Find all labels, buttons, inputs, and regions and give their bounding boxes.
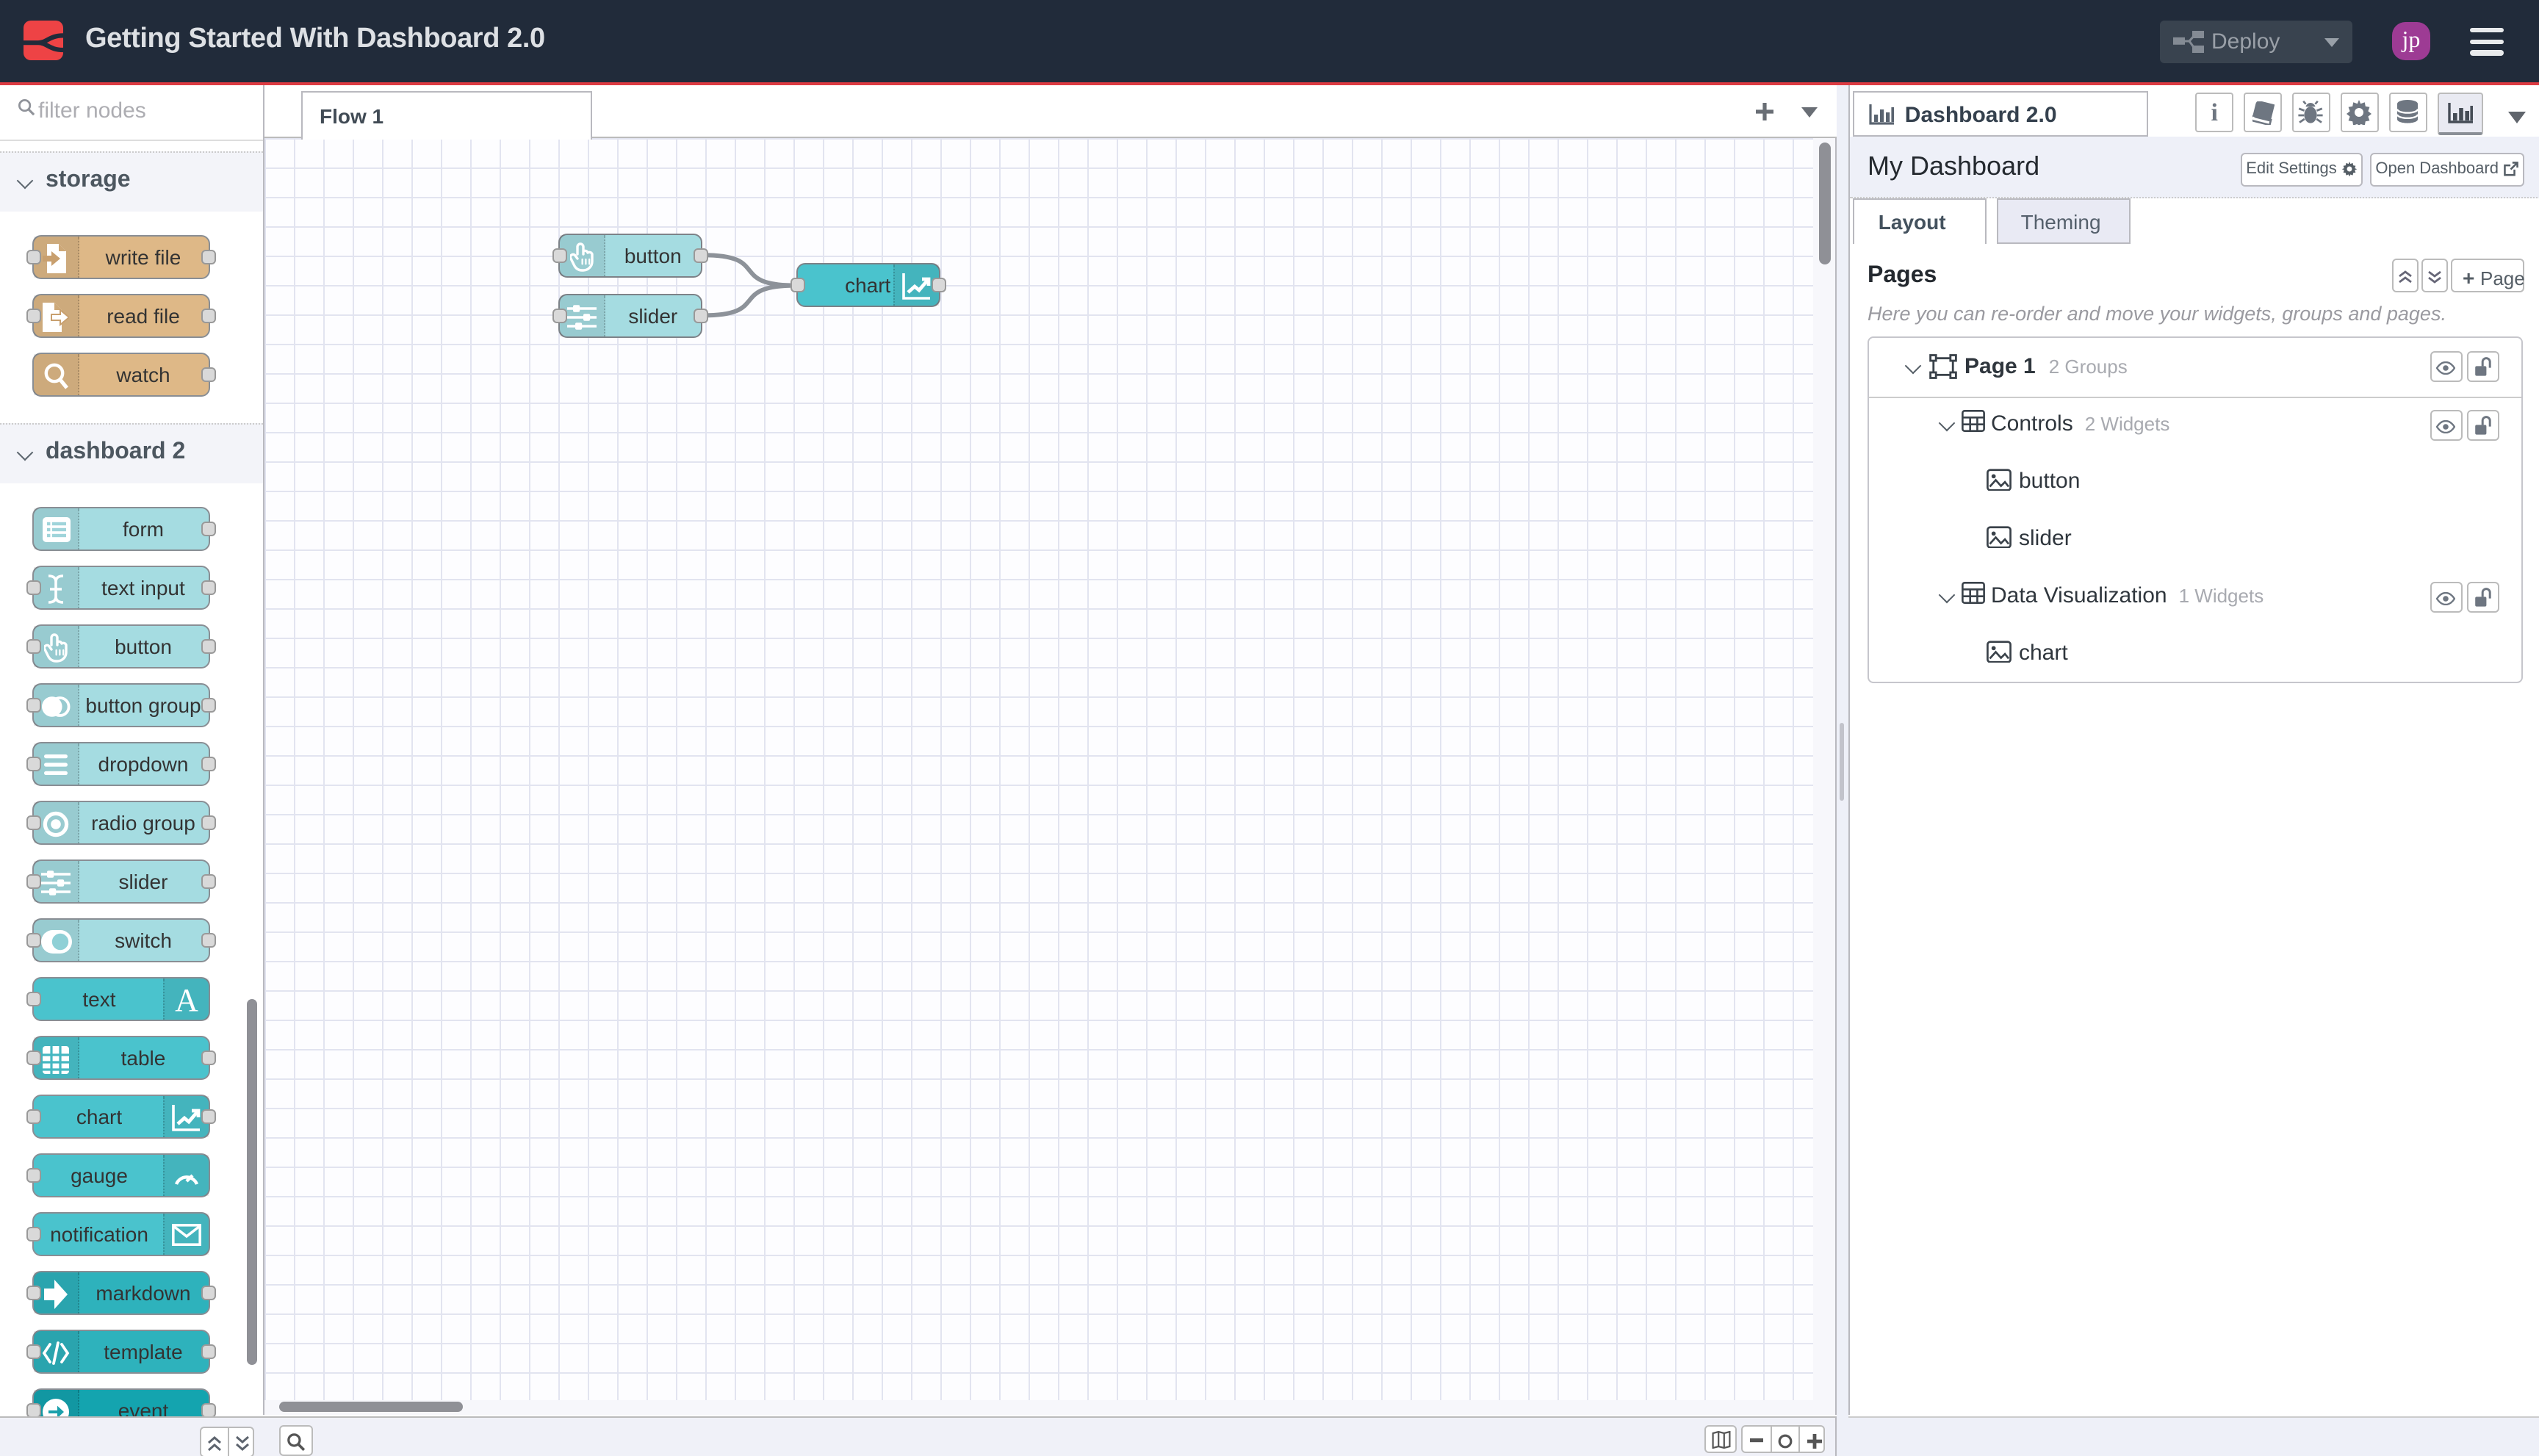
- svg-text:A: A: [175, 985, 198, 1017]
